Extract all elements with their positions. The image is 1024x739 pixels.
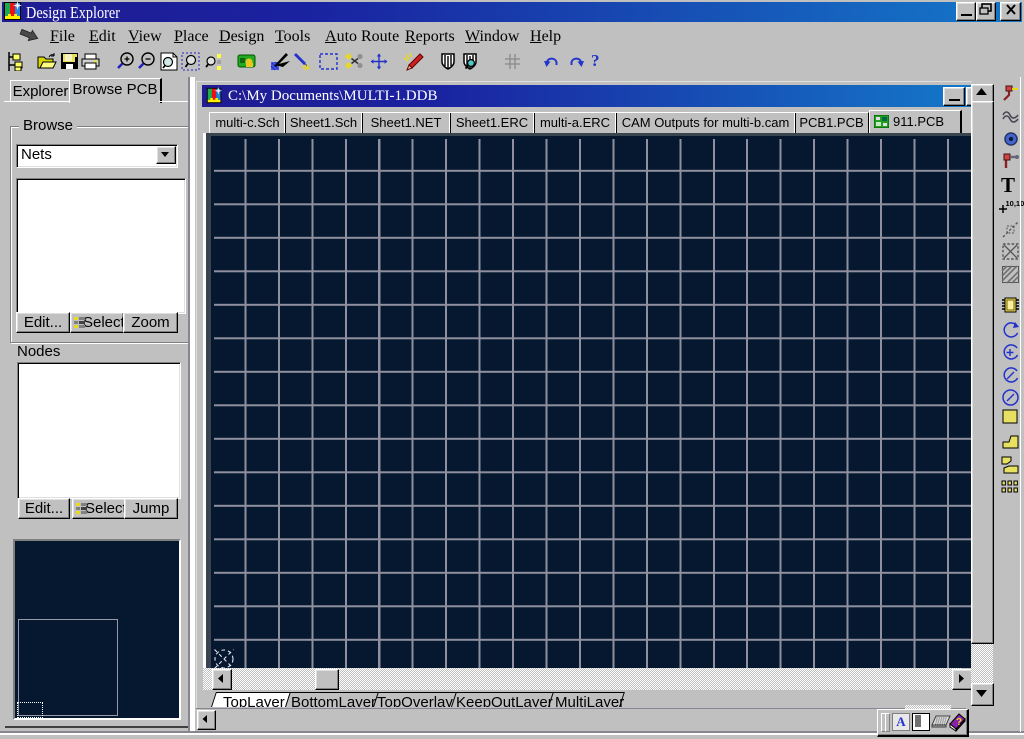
svg-text:10,10: 10,10 bbox=[1006, 199, 1024, 208]
svg-text:?: ? bbox=[956, 717, 962, 728]
